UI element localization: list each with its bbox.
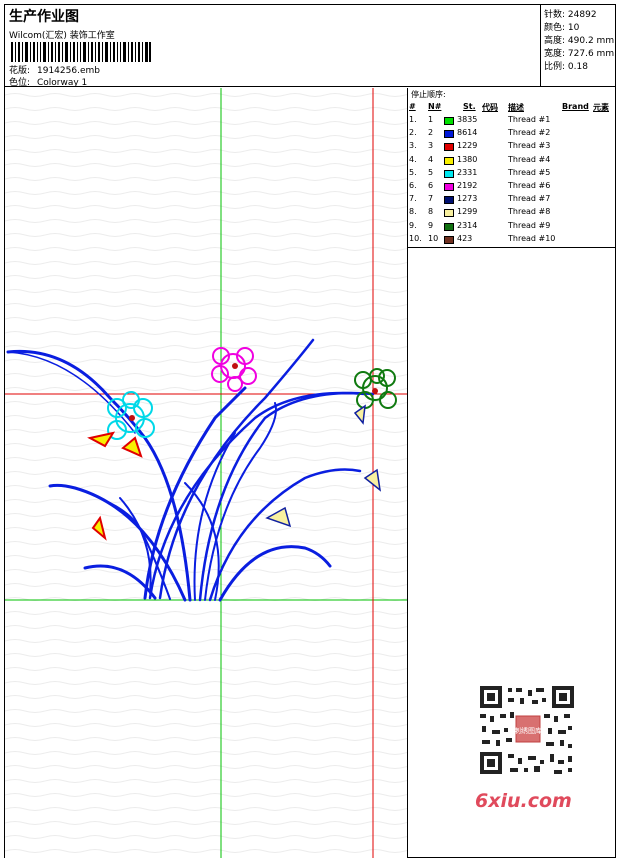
row-index: 8.: [409, 207, 417, 217]
row-index: 9.: [409, 220, 417, 230]
row-stitches: 1229: [457, 141, 478, 151]
color-swatch: [444, 196, 454, 205]
sequence-header: # N# St. 代码 描述 Brand 元素: [408, 102, 616, 113]
row-index: 5.: [409, 167, 417, 177]
row-index: 6.: [409, 181, 417, 190]
colors-label: 颜色:: [544, 23, 566, 33]
color-swatch: [444, 143, 454, 152]
thread-row: 10. 10 423 Thread #10: [408, 234, 616, 247]
width-value: 727.6 mm: [567, 49, 615, 59]
thread-row: 1. 1 3835 Thread #1: [408, 115, 616, 128]
col-code: 代码: [482, 103, 498, 112]
watermark-site: 6xiu.com: [475, 790, 572, 812]
col-index: #: [409, 102, 416, 111]
thread-row: 3. 3 1229 Thread #3: [408, 141, 616, 154]
row-needle: 3: [428, 141, 434, 151]
row-needle: 2: [428, 128, 434, 138]
row-description: Thread #5: [508, 167, 551, 177]
stitches-label: 针数:: [544, 10, 566, 20]
row-needle: 1: [428, 115, 434, 124]
row-stitches: 2192: [457, 181, 478, 190]
stitches-row: 针数: 24892: [544, 7, 597, 20]
thread-row: 9. 9 2314 Thread #9: [408, 221, 616, 234]
scale-value: 0.18: [567, 62, 588, 72]
row-needle: 9: [428, 220, 434, 230]
row-description: Thread #2: [508, 128, 551, 138]
scale-label: 比例:: [544, 62, 566, 72]
row-needle: 7: [428, 194, 434, 204]
row-stitches: 1380: [457, 154, 478, 164]
height-label: 高度:: [544, 36, 566, 46]
color-swatch: [444, 130, 454, 139]
thread-row: 2. 2 8614 Thread #2: [408, 128, 616, 141]
thread-row: 4. 4 1380 Thread #4: [408, 155, 616, 168]
row-index: 7.: [409, 194, 417, 204]
col-stitches: St.: [463, 102, 476, 111]
scale-row: 比例: 0.18: [544, 59, 588, 72]
height-row: 高度: 490.2 mm: [544, 33, 614, 46]
color-swatch: [444, 156, 454, 165]
barcode: [11, 42, 151, 62]
thread-row: 7. 7 1273 Thread #7: [408, 194, 616, 207]
col-brand: Brand: [562, 102, 589, 111]
width-label: 宽度:: [544, 49, 566, 59]
col-element: 元素: [593, 103, 609, 112]
row-stitches: 2331: [457, 167, 478, 177]
row-stitches: 1299: [457, 207, 478, 217]
colorway-info: 色位: Colorway 1: [9, 75, 87, 88]
row-description: Thread #9: [508, 220, 551, 230]
stats-panel: 针数: 24892 颜色: 10 高度: 490.2 mm 宽度: 727.6 …: [541, 5, 616, 87]
color-swatch: [444, 169, 454, 178]
colorway-value: Colorway 1: [37, 78, 88, 88]
color-swatch: [444, 117, 454, 125]
qr-stamp: 刺绣图库: [514, 726, 542, 735]
thread-row: 6. 6 2192 Thread #6: [408, 181, 616, 194]
page-title: 生产作业图: [9, 9, 79, 25]
color-swatch: [444, 235, 454, 244]
colors-row: 颜色: 10: [544, 20, 579, 33]
row-index: 4.: [409, 154, 417, 164]
row-stitches: 1273: [457, 194, 478, 204]
design-canvas: [5, 88, 408, 858]
row-index: 2.: [409, 128, 417, 138]
company-name: Wilcom(汇宏) 装饰工作室: [9, 31, 115, 41]
row-description: Thread #10: [508, 233, 556, 243]
row-description: Thread #7: [508, 194, 551, 204]
row-stitches: 8614: [457, 128, 478, 138]
row-stitches: 2314: [457, 220, 478, 230]
colors-value: 10: [567, 23, 580, 33]
stop-sequence-panel: 停止顺序: # N# St. 代码 描述 Brand 元素 1. 1 3835 Thr…: [408, 88, 616, 248]
col-needle: N#: [428, 102, 442, 111]
colorway-label: 色位:: [9, 78, 31, 88]
qr-code: 刺绣图库: [470, 680, 582, 780]
color-swatch: [444, 183, 454, 191]
row-description: Thread #6: [508, 181, 551, 190]
row-needle: 5: [428, 167, 434, 177]
row-index: 3.: [409, 141, 417, 151]
height-value: 490.2 mm: [567, 36, 615, 46]
row-stitches: 3835: [457, 115, 478, 124]
width-row: 宽度: 727.6 mm: [544, 46, 614, 59]
color-swatch: [444, 222, 454, 231]
row-needle: 8: [428, 207, 434, 217]
row-description: Thread #3: [508, 141, 551, 151]
color-swatch: [444, 209, 454, 218]
stitches-value: 24892: [567, 10, 597, 20]
row-needle: 6: [428, 181, 434, 190]
embroidery-artwork: [5, 88, 407, 858]
row-description: Thread #8: [508, 207, 551, 217]
row-description: Thread #4: [508, 154, 551, 164]
row-index: 10.: [409, 233, 422, 243]
row-needle: 4: [428, 154, 434, 164]
col-description: 描述: [508, 103, 524, 112]
thread-row: 8. 8 1299 Thread #8: [408, 207, 616, 220]
sequence-title: 停止顺序:: [411, 90, 446, 99]
row-stitches: 423: [457, 233, 473, 243]
row-index: 1.: [409, 115, 417, 124]
row-needle: 10: [428, 233, 439, 243]
row-description: Thread #1: [508, 115, 551, 124]
thread-row: 5. 5 2331 Thread #5: [408, 168, 616, 181]
header-panel: 生产作业图 Wilcom(汇宏) 装饰工作室 花版: 1914256.emb 色位…: [5, 5, 541, 88]
